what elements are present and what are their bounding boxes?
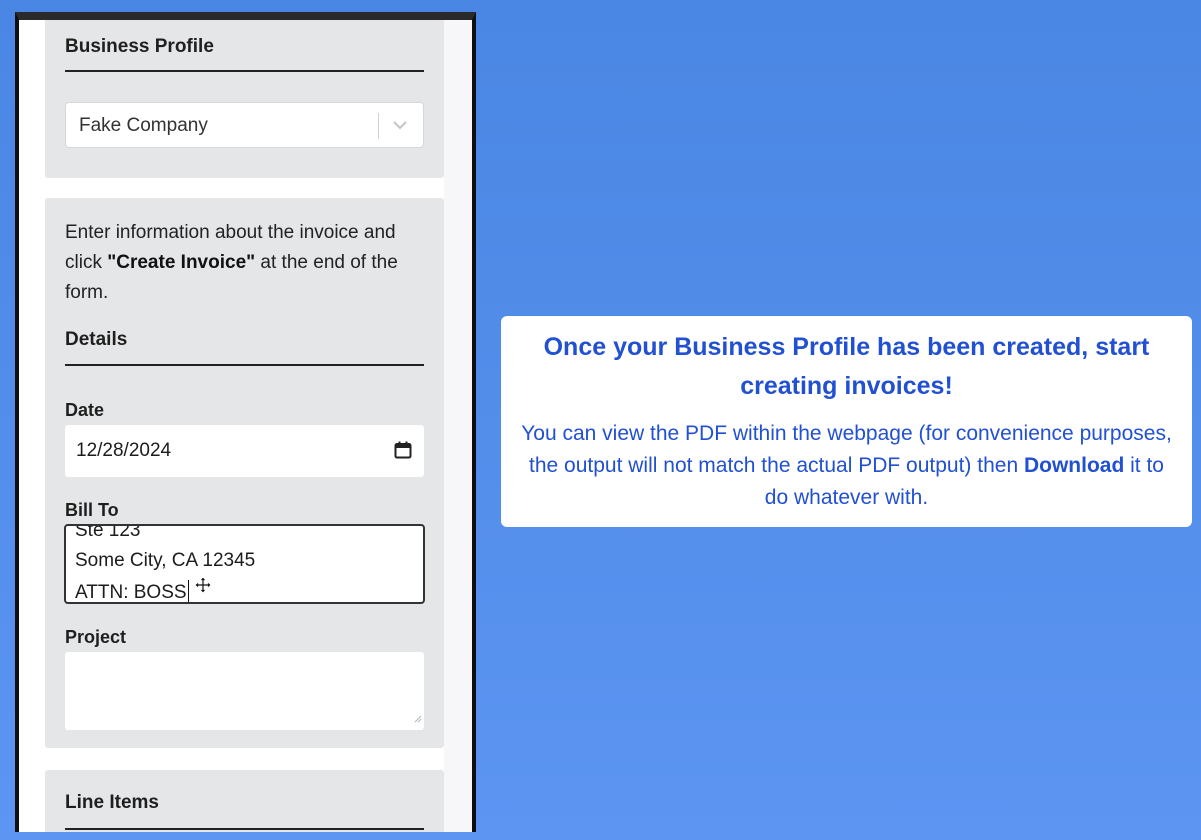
create-invoice-emphasis: "Create Invoice": [107, 252, 256, 273]
download-emphasis: Download: [1023, 454, 1125, 477]
selected-company-value: Fake Company: [79, 115, 208, 136]
business-profile-card: Business Profile Fake Company: [45, 20, 444, 178]
move-cursor-icon: [194, 576, 212, 599]
callout-title: Once your Business Profile has been crea…: [543, 333, 1150, 400]
bill-to-line-3: ATTN: BOSS: [75, 580, 189, 603]
bill-to-label: Bill To: [65, 500, 119, 520]
calendar-icon[interactable]: [394, 441, 412, 464]
business-profile-title: Business Profile: [65, 36, 214, 57]
info-callout: Once your Business Profile has been crea…: [501, 316, 1192, 527]
bill-to-textarea[interactable]: Ste 123 Some City, CA 12345 ATTN: BOSS: [64, 524, 425, 604]
phone-side-strip: [444, 20, 472, 832]
date-input[interactable]: 12/28/2024: [65, 425, 424, 477]
invoice-instructions: Enter information about the invoice and …: [65, 222, 398, 303]
chevron-down-icon[interactable]: [391, 114, 409, 136]
invoice-form-card: Enter information about the invoice and …: [45, 198, 444, 748]
project-textarea[interactable]: [65, 652, 424, 730]
line-items-rule: [65, 828, 424, 830]
callout-body: You can view the PDF within the webpage …: [521, 422, 1172, 509]
line-items-card: Line Items: [45, 770, 444, 832]
phone-screenshot: Business Profile Fake Company Enter info…: [15, 12, 476, 832]
details-title: Details: [65, 329, 128, 350]
resize-grip-icon[interactable]: [414, 710, 422, 728]
details-rule: [65, 364, 424, 366]
date-label: Date: [65, 400, 105, 420]
select-separator: [378, 113, 379, 139]
line-items-title: Line Items: [65, 792, 159, 813]
bill-to-line-2: Some City, CA 12345: [75, 550, 256, 571]
business-profile-select[interactable]: Fake Company: [65, 102, 424, 148]
bill-to-line-1: Ste 123: [75, 524, 141, 541]
date-value: 12/28/2024: [76, 440, 172, 461]
business-profile-rule: [65, 70, 424, 72]
text-caret: [187, 580, 189, 602]
project-label: Project: [65, 627, 127, 647]
